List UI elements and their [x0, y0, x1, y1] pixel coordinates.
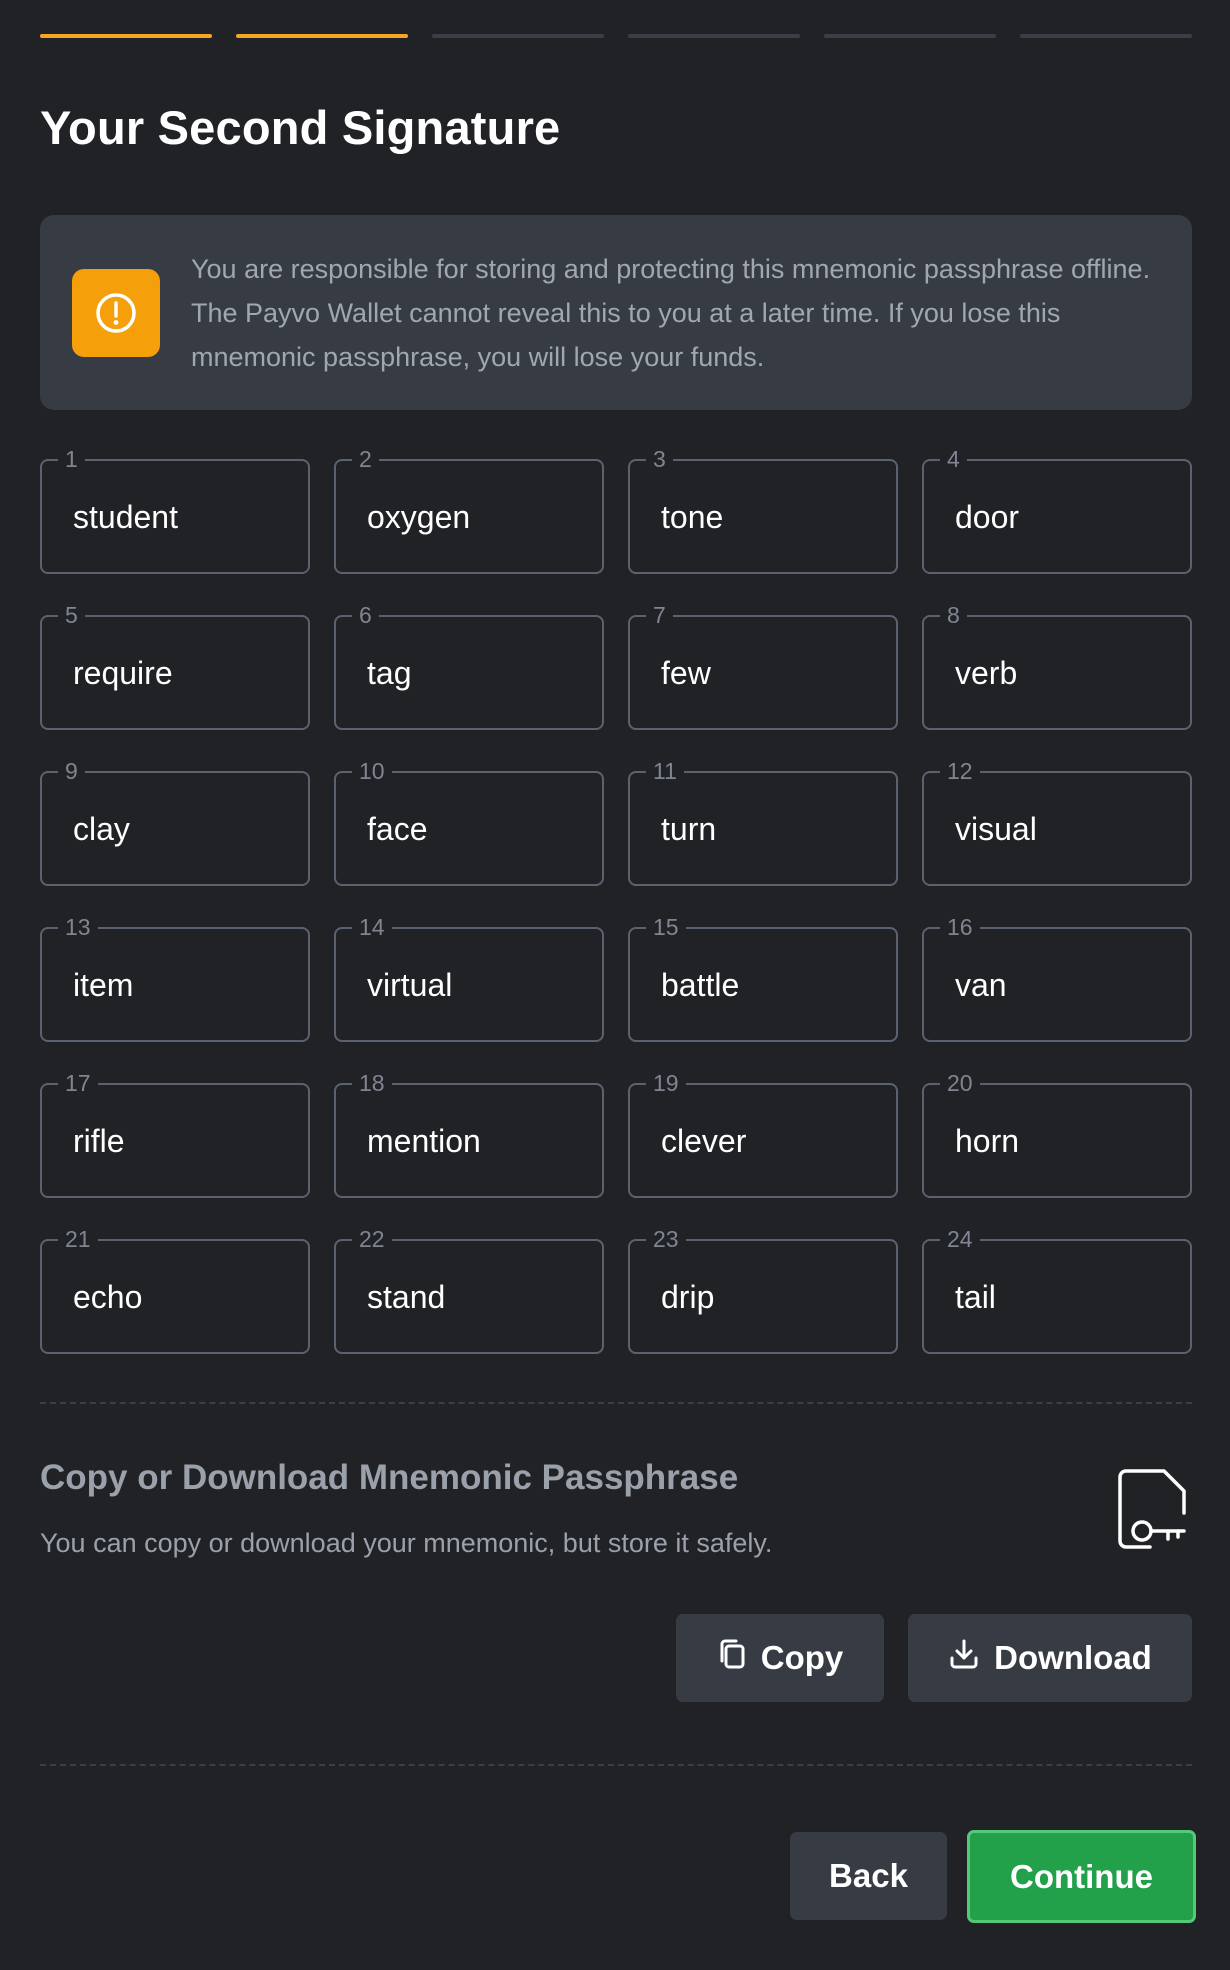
alert-circle-icon: [72, 269, 160, 357]
mnemonic-word-field: 23 drip: [628, 1225, 898, 1354]
word-index-label: 20: [940, 1069, 980, 1097]
progress-step-5: [824, 34, 996, 38]
section-divider: [40, 1402, 1192, 1404]
word-index-label: 11: [646, 757, 684, 785]
footer-divider: [40, 1764, 1192, 1766]
mnemonic-word-field: 9 clay: [40, 757, 310, 886]
mnemonic-word-field: 2 oxygen: [334, 445, 604, 574]
word-text: visual: [955, 811, 1037, 847]
mnemonic-word-field: 10 face: [334, 757, 604, 886]
word-text: clay: [73, 811, 130, 847]
mnemonic-word-field: 3 tone: [628, 445, 898, 574]
word-index-label: 16: [940, 913, 980, 941]
word-text: stand: [367, 1279, 446, 1315]
word-index-label: 12: [940, 757, 980, 785]
word-text: tone: [661, 499, 724, 535]
word-text: student: [73, 499, 178, 535]
word-index-label: 13: [58, 913, 98, 941]
download-icon: [948, 1638, 980, 1678]
word-text: face: [367, 811, 428, 847]
word-text: tail: [955, 1279, 996, 1315]
word-index-label: 17: [58, 1069, 98, 1097]
word-text: rifle: [73, 1123, 125, 1159]
word-index-label: 22: [352, 1225, 392, 1253]
progress-step-1: [40, 34, 212, 38]
mnemonic-word-field: 21 echo: [40, 1225, 310, 1354]
word-text: drip: [661, 1279, 715, 1315]
warning-text: You are responsible for storing and prot…: [191, 254, 1151, 372]
word-index-label: 2: [352, 445, 379, 473]
word-index-label: 18: [352, 1069, 392, 1097]
mnemonic-word-field: 22 stand: [334, 1225, 604, 1354]
mnemonic-word-field: 15 battle: [628, 913, 898, 1042]
word-text: few: [661, 655, 711, 691]
word-text: verb: [955, 655, 1018, 691]
mnemonic-word-field: 4 door: [922, 445, 1192, 574]
file-key-icon: [1116, 1467, 1188, 1556]
word-text: oxygen: [367, 499, 471, 535]
word-index-label: 15: [646, 913, 686, 941]
word-text: virtual: [367, 967, 453, 1003]
mnemonic-word-field: 8 verb: [922, 601, 1192, 730]
progress-step-6: [1020, 34, 1192, 38]
download-button-label: Download: [994, 1639, 1152, 1676]
continue-button[interactable]: Continue: [967, 1830, 1196, 1923]
word-index-label: 1: [58, 445, 85, 473]
word-text: van: [955, 967, 1007, 1003]
word-index-label: 19: [646, 1069, 686, 1097]
copy-button[interactable]: Copy: [676, 1614, 884, 1702]
back-button[interactable]: Back: [790, 1832, 947, 1920]
mnemonic-word-field: 14 virtual: [334, 913, 604, 1042]
copy-section-title: Copy or Download Mnemonic Passphrase: [40, 1458, 739, 1497]
word-text: clever: [661, 1123, 747, 1159]
word-index-label: 8: [940, 601, 967, 629]
word-index-label: 24: [940, 1225, 980, 1253]
word-index-label: 7: [646, 601, 673, 629]
word-index-label: 4: [940, 445, 967, 473]
copy-button-label: Copy: [760, 1639, 844, 1676]
mnemonic-word-grid: 1 student 2 oxygen 3 tone 4 door 5 require 6 tag 7 fe…: [40, 445, 1192, 1354]
word-index-label: 3: [646, 445, 673, 473]
page-title: Your Second Signature: [40, 101, 561, 154]
mnemonic-word-field: 7 few: [628, 601, 898, 730]
word-index-label: 21: [58, 1225, 98, 1253]
word-text: tag: [367, 655, 412, 691]
mnemonic-word-field: 17 rifle: [40, 1069, 310, 1198]
download-button[interactable]: Download: [908, 1614, 1192, 1702]
mnemonic-word-field: 1 student: [40, 445, 310, 574]
mnemonic-word-field: 6 tag: [334, 601, 604, 730]
mnemonic-word-field: 12 visual: [922, 757, 1192, 886]
word-text: require: [73, 655, 173, 691]
word-text: item: [73, 967, 134, 1003]
word-text: horn: [955, 1123, 1020, 1159]
word-text: echo: [73, 1279, 143, 1315]
mnemonic-word-field: 13 item: [40, 913, 310, 1042]
word-index-label: 5: [58, 601, 85, 629]
step-progress-bar: [40, 34, 1192, 38]
word-text: mention: [367, 1123, 481, 1159]
progress-step-4: [628, 34, 800, 38]
word-index-label: 9: [58, 757, 85, 785]
progress-step-3: [432, 34, 604, 38]
copy-section-description: You can copy or download your mnemonic, …: [40, 1528, 773, 1558]
word-index-label: 23: [646, 1225, 686, 1253]
word-text: turn: [661, 811, 717, 847]
mnemonic-word-field: 5 require: [40, 601, 310, 730]
word-text: door: [955, 499, 1020, 535]
mnemonic-word-field: 18 mention: [334, 1069, 604, 1198]
word-index-label: 10: [352, 757, 392, 785]
word-index-label: 14: [352, 913, 392, 941]
mnemonic-word-field: 11 turn: [628, 757, 898, 886]
progress-step-2: [236, 34, 408, 38]
word-text: battle: [661, 967, 740, 1003]
word-index-label: 6: [352, 601, 379, 629]
mnemonic-word-field: 19 clever: [628, 1069, 898, 1198]
copy-icon: [717, 1638, 747, 1678]
mnemonic-word-field: 24 tail: [922, 1225, 1192, 1354]
mnemonic-word-field: 16 van: [922, 913, 1192, 1042]
mnemonic-word-field: 20 horn: [922, 1069, 1192, 1198]
warning-alert: You are responsible for storing and prot…: [40, 215, 1192, 410]
